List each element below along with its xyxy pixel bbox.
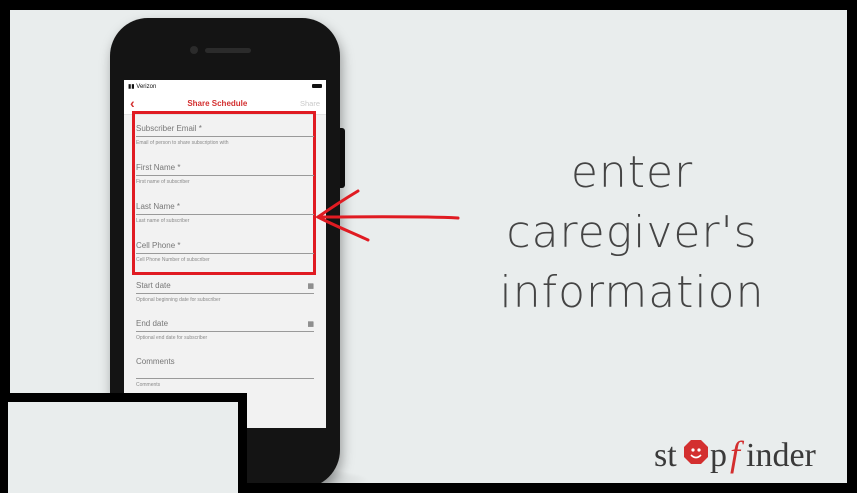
caption-line: enter (570, 147, 694, 198)
logo-text-f: f (730, 434, 745, 474)
field-label: Subscriber Email * (136, 124, 202, 133)
stop-sign-icon (684, 440, 708, 464)
field-label: Cell Phone * (136, 241, 181, 250)
end-date-field[interactable]: End date ▦ Optional end date for subscrib… (136, 319, 314, 341)
field-label: Last Name * (136, 202, 181, 211)
cell-phone-field[interactable]: Cell Phone * Cell Phone Number of subscr… (136, 241, 314, 263)
logo-text-st: st (654, 437, 677, 474)
start-date-field[interactable]: Start date ▦ Optional beginning date for … (136, 281, 314, 303)
field-hint: First name of subscriber (136, 179, 190, 185)
field-label: End date (136, 319, 169, 328)
calendar-icon[interactable]: ▦ (307, 282, 314, 290)
status-bar: ▮▮ Verizon (124, 80, 326, 92)
stopfinder-logo: st p f inder (654, 434, 817, 474)
logo-text-p: p (710, 437, 727, 474)
field-label: Comments (136, 357, 175, 366)
caption: enter caregiver's information (482, 143, 782, 323)
first-name-field[interactable]: First Name * First name of subscriber (136, 163, 314, 185)
video-frame: ▮▮ Verizon ‹ Share Schedule Share Subscr… (0, 0, 857, 493)
carrier-label: ▮▮ Verizon (128, 83, 157, 90)
share-button[interactable]: Share (300, 99, 320, 108)
battery-icon (312, 84, 322, 88)
arrow-icon (315, 189, 460, 242)
phone-speaker (205, 48, 251, 53)
caption-line: caregiver's (506, 207, 758, 258)
last-name-field[interactable]: Last Name * Last name of subscriber (136, 202, 314, 224)
field-label: Start date (136, 281, 171, 290)
phone-screen: ▮▮ Verizon ‹ Share Schedule Share Subscr… (124, 80, 326, 428)
field-hint: Email of person to share subscription wi… (136, 140, 229, 146)
field-hint: Optional beginning date for subscriber (136, 297, 221, 303)
caption-line: information (499, 267, 765, 318)
nav-title: Share Schedule (187, 98, 248, 108)
field-hint: Cell Phone Number of subscriber (136, 257, 210, 263)
chevron-left-icon[interactable]: ‹ (130, 96, 135, 110)
logo-text-inder: inder (746, 437, 817, 474)
overlay-inner (8, 402, 238, 493)
signal-icon: ▮▮ (128, 83, 135, 90)
share-schedule-form: Subscriber Email * Email of person to sh… (124, 111, 326, 428)
field-hint: Optional end date for subscriber (136, 335, 208, 341)
phone-camera (190, 46, 198, 54)
subscriber-email-field[interactable]: Subscriber Email * Email of person to sh… (136, 124, 314, 146)
field-hint: Last name of subscriber (136, 218, 190, 224)
phone-side-button (340, 128, 345, 188)
field-label: First Name * (136, 163, 181, 172)
comments-field[interactable]: Comments Comments (136, 357, 314, 388)
field-hint: Comments (136, 382, 161, 388)
calendar-icon[interactable]: ▦ (307, 320, 314, 328)
overlay-box (0, 393, 247, 493)
